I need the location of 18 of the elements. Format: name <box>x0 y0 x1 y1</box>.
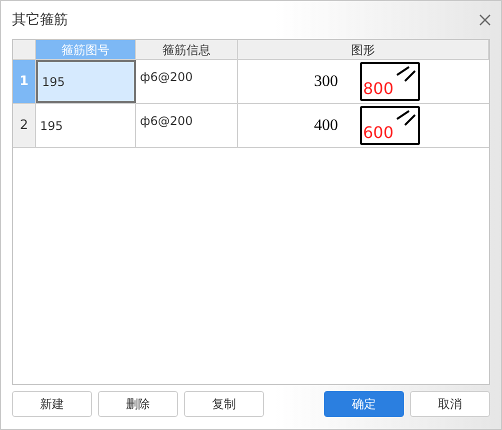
dialog-button[interactable]: 新建 <box>12 391 92 417</box>
table-cell[interactable]: ф6@200 <box>136 60 238 103</box>
dialog-button[interactable]: 删除 <box>98 391 178 417</box>
dialog-button[interactable]: 确定 <box>324 391 404 417</box>
dialog-button[interactable]: 取消 <box>410 391 490 417</box>
dialog-button[interactable]: 复制 <box>184 391 264 417</box>
stirrup-drawing: 600 <box>360 106 420 145</box>
column-header[interactable]: 箍筋信息 <box>136 40 238 59</box>
row-header[interactable]: 2 <box>13 104 36 147</box>
dimension-label: 400 <box>314 116 339 136</box>
stirrup-drawing: 800 <box>360 62 420 101</box>
table-cell[interactable]: ф6@200 <box>136 104 238 147</box>
table-cell[interactable]: 195 <box>36 60 136 103</box>
table-cell[interactable]: 195 <box>36 104 136 147</box>
window-title: 其它箍筋 <box>12 10 68 30</box>
close-icon[interactable] <box>479 14 491 26</box>
column-header[interactable]: 图形 <box>238 40 489 59</box>
dimension-label: 300 <box>314 72 339 92</box>
